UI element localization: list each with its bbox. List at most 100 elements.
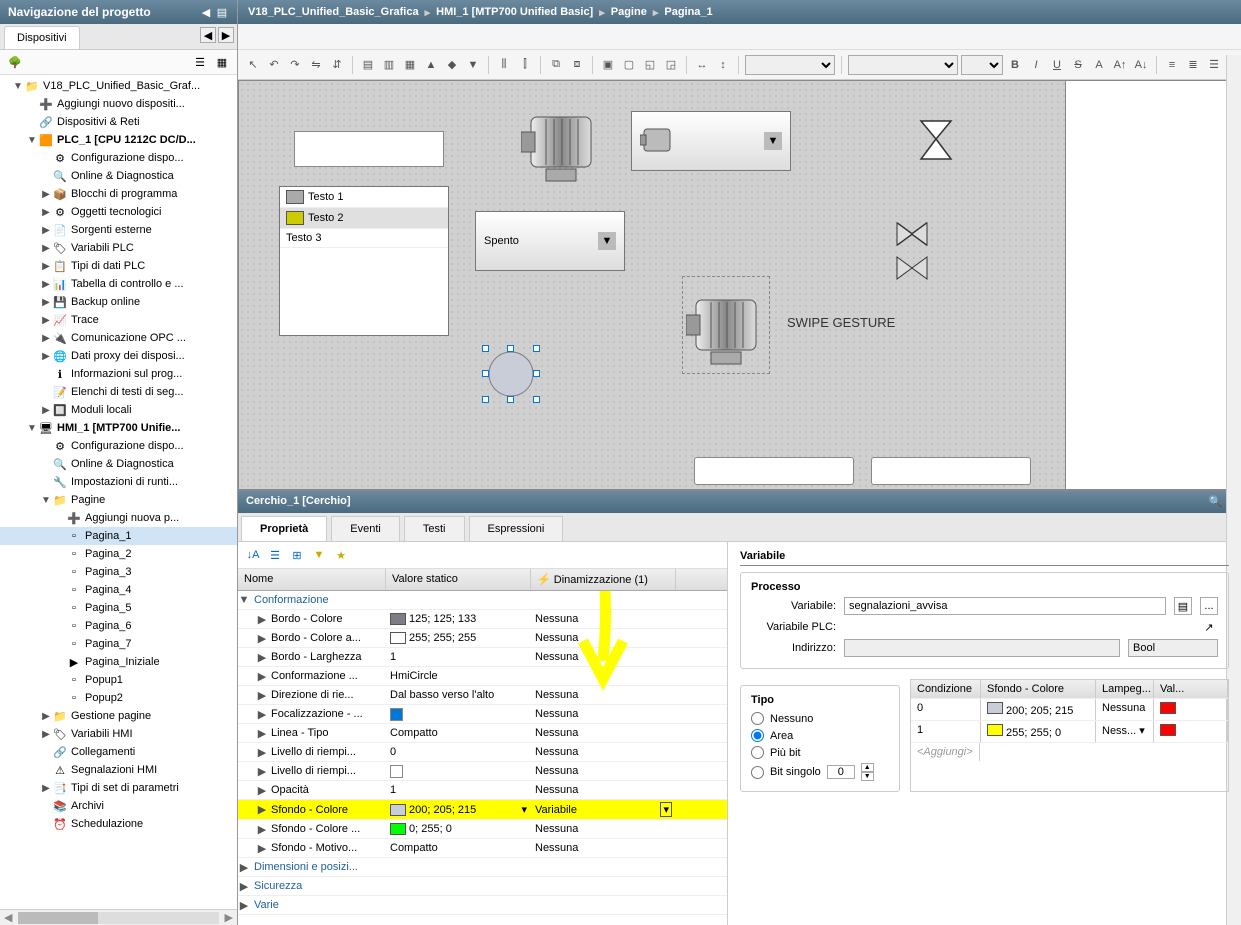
list-item[interactable]: Testo 1: [280, 187, 448, 208]
radio-piubit[interactable]: Più bit: [751, 744, 889, 761]
column-header[interactable]: Dinamizzazione (1): [554, 574, 648, 586]
font-grow-icon[interactable]: A↑: [1111, 56, 1129, 74]
property-row[interactable]: ▶ Focalizzazione - ... Nessuna: [238, 705, 727, 724]
collapse-panel-icon[interactable]: ◀: [199, 5, 213, 19]
tree-item[interactable]: ℹInformazioni sul prog...: [0, 365, 237, 383]
hmi-textbox[interactable]: [294, 131, 444, 167]
tree-item[interactable]: ▶🌐Dati proxy dei disposi...: [0, 347, 237, 365]
column-header[interactable]: Val...: [1154, 680, 1228, 698]
tree-item[interactable]: 📝Elenchi di testi di seg...: [0, 383, 237, 401]
align-top-icon[interactable]: ▲: [422, 56, 440, 74]
property-row[interactable]: ▶ Livello di riempi... Nessuna: [238, 762, 727, 781]
tree-view-icon[interactable]: 🌳: [6, 53, 24, 71]
dist-v-icon[interactable]: ⫿: [516, 56, 534, 74]
strike-icon[interactable]: S: [1069, 56, 1087, 74]
dropdown-arrow-icon[interactable]: ▼: [764, 132, 782, 150]
column-header[interactable]: Nome: [238, 569, 386, 590]
rotate-left-icon[interactable]: ↶: [265, 56, 283, 74]
bold-icon[interactable]: B: [1006, 56, 1024, 74]
tree-item[interactable]: 🔗Dispositivi & Reti: [0, 113, 237, 131]
text-center-icon[interactable]: ≣: [1184, 56, 1202, 74]
tree-toggle-icon[interactable]: ▶: [40, 225, 52, 236]
category-icon[interactable]: ☰: [266, 546, 284, 564]
column-header[interactable]: Sfondo - Colore: [981, 680, 1096, 698]
tab-texts[interactable]: Testi: [404, 516, 465, 541]
bring-front-icon[interactable]: ▣: [599, 56, 617, 74]
property-row[interactable]: ▶ Sfondo - Colore 200; 205; 215 ▾Variabi…: [238, 800, 727, 820]
spinner-down-icon[interactable]: ▼: [861, 772, 874, 781]
tree-toggle-icon[interactable]: ▶: [40, 729, 52, 740]
column-header[interactable]: Valore statico: [386, 569, 531, 590]
tree-item[interactable]: 📚Archivi: [0, 797, 237, 815]
left-scrollbar-h[interactable]: ◀ ▶: [0, 909, 237, 925]
expand-icon[interactable]: ⊞: [288, 546, 306, 564]
tree-item[interactable]: ▶⚙Oggetti tecnologici: [0, 203, 237, 221]
tab-next-button[interactable]: ▶: [218, 27, 234, 43]
tree-item[interactable]: 🔧Impostazioni di runti...: [0, 473, 237, 491]
property-row[interactable]: ▶ Linea - TipoCompattoNessuna: [238, 724, 727, 743]
tree-item[interactable]: ▼🟧PLC_1 [CPU 1212C DC/D...: [0, 131, 237, 149]
font-select[interactable]: [848, 55, 958, 75]
rotate-right-icon[interactable]: ↷: [286, 56, 304, 74]
list-view-icon[interactable]: ☰: [191, 53, 209, 71]
tree-toggle-icon[interactable]: ▶: [40, 333, 52, 344]
tab-prev-button[interactable]: ◀: [200, 27, 216, 43]
flip-h-icon[interactable]: ⇋: [307, 56, 325, 74]
align-right-icon[interactable]: ▦: [401, 56, 419, 74]
tree-item[interactable]: ▫Popup2: [0, 689, 237, 707]
tree-toggle-icon[interactable]: ▶: [40, 279, 52, 290]
column-header[interactable]: Lampeg...: [1096, 680, 1154, 698]
spinner-up-icon[interactable]: ▲: [861, 763, 874, 772]
tree-item[interactable]: ⏰Schedulazione: [0, 815, 237, 833]
tree-item[interactable]: ▶📋Tipi di dati PLC: [0, 257, 237, 275]
same-width-icon[interactable]: ↔: [693, 56, 711, 74]
ungroup-icon[interactable]: ⧈: [568, 56, 586, 74]
hmi-valve-icon[interactable]: [895, 221, 929, 247]
tree-item[interactable]: ▼📁Pagine: [0, 491, 237, 509]
property-row[interactable]: ▶ Direzione di rie...Dal basso verso l'a…: [238, 686, 727, 705]
hmi-motor-graphic-2[interactable]: [682, 276, 770, 374]
tree-item[interactable]: ▶📁Gestione pagine: [0, 707, 237, 725]
tree-item[interactable]: ▶🔲Moduli locali: [0, 401, 237, 419]
tree-toggle-icon[interactable]: ▶: [40, 243, 52, 254]
tree-item[interactable]: ▫Pagina_1: [0, 527, 237, 545]
tree-item[interactable]: ▶🔌Comunicazione OPC ...: [0, 329, 237, 347]
property-group-row[interactable]: ▶Varie: [238, 896, 727, 915]
tree-item[interactable]: ▫Pagina_3: [0, 563, 237, 581]
bit-value-input[interactable]: [827, 765, 855, 779]
tree-toggle-icon[interactable]: ▼: [12, 81, 24, 92]
breadcrumb-item[interactable]: HMI_1 [MTP700 Unified Basic]: [436, 6, 593, 18]
radio-nessuno[interactable]: Nessuno: [751, 710, 889, 727]
tree-item[interactable]: ▫Popup1: [0, 671, 237, 689]
list-item[interactable]: Testo 2: [280, 208, 448, 229]
tree-item[interactable]: ▶📈Trace: [0, 311, 237, 329]
condition-row[interactable]: 1 255; 255; 0Ness... ▾: [911, 720, 1228, 742]
font-color-icon[interactable]: A: [1090, 56, 1108, 74]
tree-item[interactable]: ▼🖥HMI_1 [MTP700 Unifie...: [0, 419, 237, 437]
tree-item[interactable]: 🔗Collegamenti: [0, 743, 237, 761]
hmi-canvas[interactable]: ▼ Testo 1 Testo 2 Testo 3 Spento ▼: [238, 80, 1241, 490]
radio-bitsingolo[interactable]: Bit singolo ▲ ▼: [751, 761, 889, 783]
favorite-icon[interactable]: ★: [332, 546, 350, 564]
column-header[interactable]: Condizione: [911, 680, 981, 698]
tree-item[interactable]: ▶🏷Variabili HMI: [0, 725, 237, 743]
grid-view-icon[interactable]: ▦: [213, 53, 231, 71]
send-back-icon[interactable]: ▢: [620, 56, 638, 74]
property-row[interactable]: ▶ Livello di riempi...0Nessuna: [238, 743, 727, 762]
bring-forward-icon[interactable]: ◱: [641, 56, 659, 74]
property-group-row[interactable]: ▶Dimensioni e posizi...: [238, 858, 727, 877]
property-row[interactable]: ▶ Bordo - Colore 125; 125; 133Nessuna: [238, 610, 727, 629]
tree-item[interactable]: 🔍Online & Diagnostica: [0, 167, 237, 185]
send-backward-icon[interactable]: ◲: [662, 56, 680, 74]
address-input[interactable]: [844, 639, 1120, 657]
size-select[interactable]: [961, 55, 1003, 75]
goto-icon[interactable]: ↗: [1200, 618, 1218, 636]
hmi-combo-spento[interactable]: Spento ▼: [475, 211, 625, 271]
hmi-valve-icon[interactable]: [895, 255, 929, 281]
property-row[interactable]: ▶ Bordo - Colore a... 255; 255; 255Nessu…: [238, 629, 727, 648]
tree-item[interactable]: ➕Aggiungi nuovo dispositi...: [0, 95, 237, 113]
cursor-icon[interactable]: ↖: [244, 56, 262, 74]
property-row[interactable]: ▶ Sfondo - Colore ... 0; 255; 0Nessuna: [238, 820, 727, 839]
property-group-row[interactable]: ▼Conformazione: [238, 591, 727, 610]
tree-item[interactable]: ▶📦Blocchi di programma: [0, 185, 237, 203]
